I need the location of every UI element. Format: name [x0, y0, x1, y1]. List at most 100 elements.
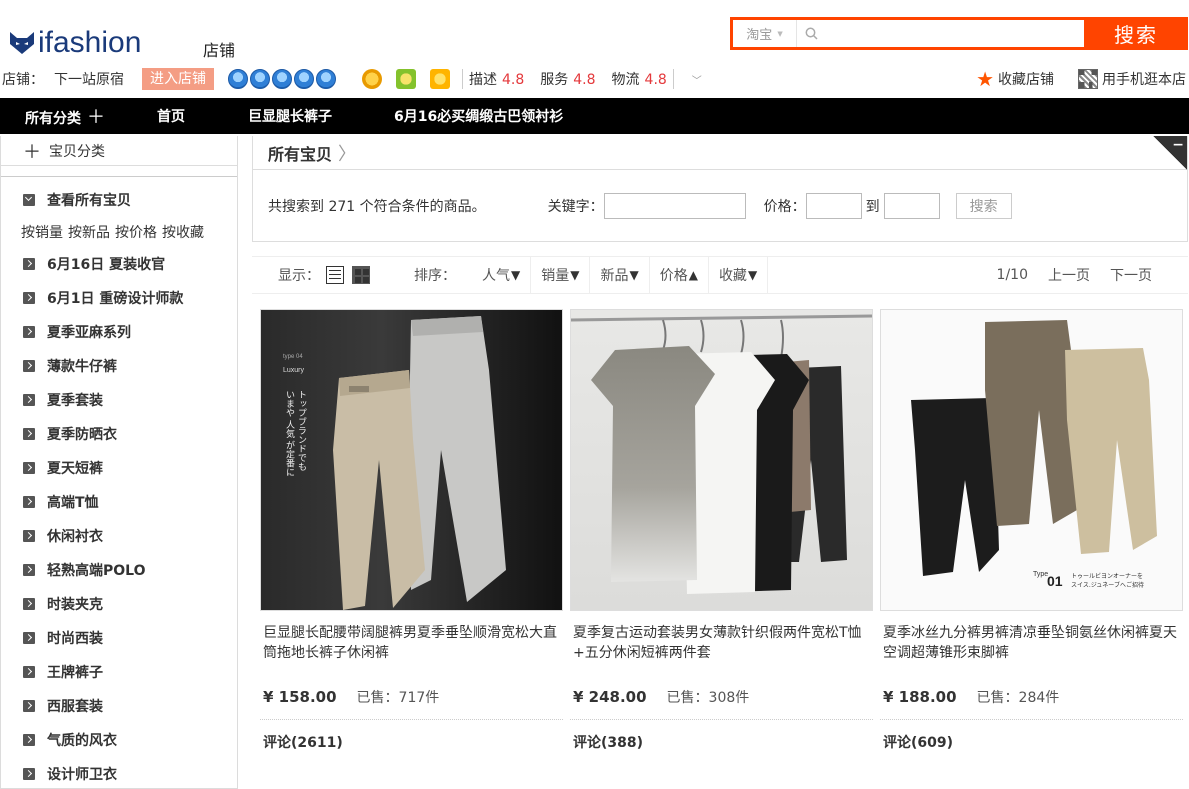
product-title[interactable]: 夏季复古运动套装男女薄款针织假两件宽松T恤+五分休闲短裤两件套 [570, 623, 873, 665]
svg-text:トゥールビヨンオーナーを: トゥールビヨンオーナーを [1071, 572, 1143, 580]
filter-search-button[interactable]: 搜索 [955, 192, 1012, 219]
price-label: 价格： [763, 198, 806, 215]
product-title[interactable]: 巨显腿长配腰带阔腿裤男夏季垂坠顺滑宽松大直筒拖地长裤子休闲裤 [260, 623, 563, 665]
search-box: 淘宝 ▼ 搜索 [730, 17, 1188, 50]
sidebar-category-label: 设计师卫衣 [47, 767, 117, 783]
product-title[interactable]: 夏季冰丝九分裤男裤清凉垂坠铜氨丝休闲裤夏天空调超薄锥形束脚裤 [880, 623, 1183, 665]
nav-cuban-shirts[interactable]: 6月16必买绸缎古巴领衬衫 [394, 106, 563, 126]
mobile-shop-link[interactable]: 用手机逛本店 [1078, 69, 1186, 89]
sidebar-category-item[interactable]: 王牌裤子 [1, 655, 237, 689]
list-view-icon[interactable] [326, 266, 344, 284]
sidebar-category-item[interactable]: 设计师卫衣 [1, 757, 237, 789]
collapse-toggle[interactable]: − [1153, 136, 1187, 170]
product-price: ¥ 158.00 [263, 688, 337, 706]
product-sold-label: 已售： [666, 690, 709, 706]
sidebar-category-item[interactable]: 高端T恤 [1, 485, 237, 519]
sort-by-new-link[interactable]: 按新品 [68, 222, 110, 242]
sort-by-price-link[interactable]: 按价格 [115, 222, 157, 242]
sidebar-category-label: 夏天短裤 [47, 461, 103, 477]
next-page-link[interactable]: 下一页 [1110, 265, 1152, 285]
sort-option[interactable]: 人气 ▼ [472, 256, 532, 294]
product-reviews-link[interactable]: 评论(2611) [260, 732, 563, 752]
sort-option[interactable]: 收藏 ▼ [709, 256, 769, 294]
sort-by-favorites-link[interactable]: 按收藏 [162, 222, 204, 242]
nav-long-pants[interactable]: 巨显腿长裤子 [248, 106, 332, 126]
prev-page-link[interactable]: 上一页 [1048, 265, 1090, 285]
svg-text:Type: Type [1033, 571, 1048, 578]
consumer-protection-badge-icon[interactable] [396, 69, 416, 89]
svg-text:いまや 人気 が定番に: いまや 人気 が定番に [284, 390, 295, 477]
svg-text:type 04: type 04 [283, 354, 303, 360]
sidebar-category-label: 夏季套装 [47, 393, 103, 409]
gold-seller-badge-icon[interactable] [362, 69, 382, 89]
product-price-row: ¥ 248.00 已售： 308件 [570, 687, 873, 707]
sort-option[interactable]: 新品 ▼ [590, 256, 650, 294]
service-badge-icon[interactable] [430, 69, 450, 89]
expand-icon [23, 496, 35, 508]
sidebar-category-item[interactable]: 时尚西装 [1, 621, 237, 655]
arrow-down-icon: ▼ [629, 268, 639, 282]
sidebar-category-item[interactable]: 气质的风衣 [1, 723, 237, 757]
sort-by-sales-link[interactable]: 按销量 [21, 222, 63, 242]
sort-options: 人气 ▼ 销量 ▼ 新品 ▼ 价格 ▲ 收藏 ▼ [472, 256, 769, 294]
expand-icon [23, 326, 35, 338]
sidebar-header[interactable]: ＋ 宝贝分类 [1, 136, 237, 166]
nav-home[interactable]: 首页 [157, 106, 185, 126]
product-reviews-link[interactable]: 评论(388) [570, 732, 873, 752]
expand-icon [23, 394, 35, 406]
sidebar-category-item[interactable]: 夏季亚麻系列 [1, 315, 237, 349]
keyword-label: 关键字： [547, 198, 604, 215]
search-input[interactable] [825, 20, 1084, 47]
favorite-shop-link[interactable]: ★ 收藏店铺 [976, 69, 1054, 89]
sort-label: 排序： [414, 268, 456, 284]
sort-option[interactable]: 销量 ▼ [531, 256, 591, 294]
product-image[interactable] [570, 309, 873, 611]
sidebar-category-item[interactable]: 西服套装 [1, 689, 237, 723]
sidebar-sort-links: 按销量 按新品 按价格 按收藏 [1, 217, 237, 247]
sidebar-category-item[interactable]: 薄款牛仔裤 [1, 349, 237, 383]
sidebar-category-label: 轻熟高端POLO [47, 563, 146, 579]
caret-down-icon: ▼ [777, 29, 783, 38]
expand-icon [23, 530, 35, 542]
product-card[interactable]: type 04 Luxury トップブランドでも いまや 人気 が定番に 巨显腿… [260, 309, 563, 752]
expand-icon [23, 632, 35, 644]
product-card[interactable]: Type 01 トゥールビヨンオーナーを スイス.ジュネーブへご招待 夏季冰丝九… [880, 309, 1183, 752]
expand-icon [23, 598, 35, 610]
product-image[interactable]: Type 01 トゥールビヨンオーナーを スイス.ジュネーブへご招待 [880, 309, 1183, 611]
sidebar-category-label: 薄款牛仔裤 [47, 359, 117, 375]
shop-badges [362, 69, 450, 89]
price-max-input[interactable] [883, 192, 940, 219]
fox-logo-icon [10, 32, 34, 54]
crown-icon [228, 69, 248, 89]
sidebar-item-all[interactable]: 查看所有宝贝 [1, 183, 237, 217]
product-image[interactable]: type 04 Luxury トップブランドでも いまや 人気 が定番に [260, 309, 563, 611]
arrow-down-icon: ▼ [570, 268, 580, 282]
sidebar-category-label: 王牌裤子 [47, 665, 103, 681]
enter-shop-button[interactable]: 进入店铺 [142, 68, 214, 90]
expand-icon [23, 194, 35, 206]
sidebar-category-label: 时尚西装 [47, 631, 103, 647]
search-button[interactable]: 搜索 [1084, 17, 1188, 50]
site-logo[interactable]: ifashion [8, 26, 141, 60]
sidebar-category-label: 夏季防晒衣 [47, 427, 117, 443]
keyword-input[interactable] [603, 192, 746, 219]
sidebar-category-item[interactable]: 轻熟高端POLO [1, 553, 237, 587]
nav-all-categories[interactable]: 所有分类＋ [25, 103, 105, 129]
category-list: 6月16日 夏装收官 6月1日 重磅设计师款 夏季亚麻系列薄款牛仔裤夏季套装夏季防晒… [1, 247, 237, 789]
shop-name[interactable]: 下一站原宿 [54, 69, 124, 89]
sidebar-category-item[interactable]: 6月16日 夏装收官 [1, 247, 237, 281]
sort-option[interactable]: 价格 ▲ [650, 256, 709, 294]
grid-view-icon[interactable] [352, 266, 370, 284]
sidebar-category-item[interactable]: 夏季套装 [1, 383, 237, 417]
chevron-down-icon[interactable]: ﹀ [692, 72, 702, 87]
product-reviews-link[interactable]: 评论(609) [880, 732, 1183, 752]
sidebar-category-item[interactable]: 6月1日 重磅设计师款 [1, 281, 237, 315]
product-card[interactable]: 夏季复古运动套装男女薄款针织假两件宽松T恤+五分休闲短裤两件套 ¥ 248.00… [570, 309, 873, 752]
sidebar-category-item[interactable]: 休闲衬衣 [1, 519, 237, 553]
sidebar-category-item[interactable]: 夏天短裤 [1, 451, 237, 485]
price-min-input[interactable] [805, 192, 862, 219]
sidebar-category-item[interactable]: 时装夹克 [1, 587, 237, 621]
sidebar-category-item[interactable]: 夏季防晒衣 [1, 417, 237, 451]
arrow-down-icon: ▼ [511, 268, 521, 282]
search-scope-select[interactable]: 淘宝 ▼ [733, 20, 797, 47]
